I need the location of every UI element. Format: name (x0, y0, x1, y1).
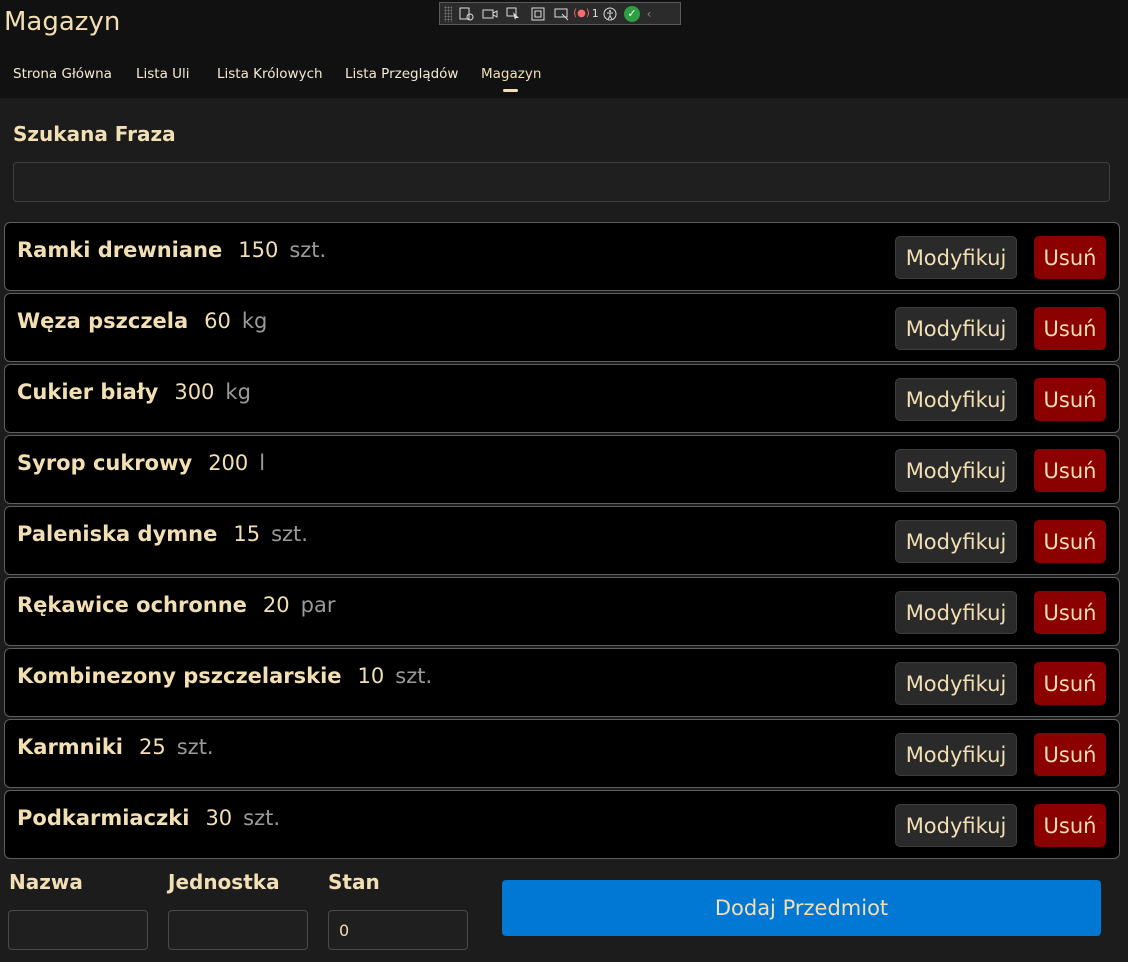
item-name: Rękawice ochronne (17, 593, 247, 617)
modify-button[interactable]: Modyfikuj (895, 733, 1017, 776)
name-input[interactable] (8, 910, 148, 950)
delete-button[interactable]: Usuń (1034, 591, 1106, 634)
item-unit: kg (225, 380, 251, 404)
error-count: 1 (591, 7, 599, 20)
unit-label: Jednostka (168, 870, 280, 894)
nav-item-warehouse[interactable]: Magazyn (481, 66, 541, 82)
item-name: Węza pszczela (17, 309, 189, 333)
unit-input[interactable] (168, 910, 308, 950)
modify-button[interactable]: Modyfikuj (895, 378, 1017, 421)
item-quantity: 60 (204, 309, 231, 333)
item-quantity: 20 (262, 593, 290, 617)
nav-item-queens[interactable]: Lista Królowych (217, 66, 323, 82)
list-item: Syrop cukrowy 200 l Modyfikuj Usuń (4, 435, 1120, 504)
name-label: Nazwa (9, 870, 83, 894)
delete-button[interactable]: Usuń (1034, 378, 1106, 421)
chevron-left-icon[interactable]: ‹ (644, 6, 654, 22)
item-name: Kombinezony pszczelarskie (17, 664, 342, 688)
accessibility-icon[interactable] (600, 6, 620, 22)
nav-item-home[interactable]: Strona Główna (13, 66, 112, 82)
item-quantity: 10 (357, 664, 385, 688)
item-unit: szt. (271, 522, 308, 546)
modify-button[interactable]: Modyfikuj (895, 307, 1017, 350)
app-title: Magazyn (4, 7, 121, 37)
list-item: Cukier biały 300 kg Modyfikuj Usuń (4, 364, 1120, 433)
list-item: Ramki drewniane 150 szt. Modyfikuj Usuń (4, 222, 1120, 291)
frame-icon[interactable] (528, 6, 548, 22)
item-name: Cukier biały (17, 380, 159, 404)
list-item: Kombinezony pszczelarskie 10 szt. Modyfiku… (4, 648, 1120, 717)
delete-button[interactable]: Usuń (1034, 307, 1106, 350)
item-unit: szt. (176, 735, 214, 759)
item-unit: kg (241, 309, 268, 333)
search-input[interactable] (13, 162, 1110, 202)
item-quantity: 150 (238, 238, 279, 262)
add-item-button[interactable]: Dodaj Przedmiot (502, 880, 1101, 936)
list-item: Karmniki 25 szt. Modyfikuj Usuń (4, 719, 1120, 788)
delete-button[interactable]: Usuń (1034, 804, 1106, 847)
item-unit: par (300, 593, 336, 617)
stock-label: Stan (328, 870, 380, 894)
live-tree-icon[interactable] (456, 6, 476, 22)
item-name: Podkarmiaczki (17, 806, 190, 830)
display-layout-icon[interactable] (552, 6, 572, 22)
item-unit: l (259, 451, 266, 475)
modify-button[interactable]: Modyfikuj (895, 449, 1017, 492)
delete-button[interactable]: Usuń (1034, 236, 1106, 279)
list-item: Paleniska dymne 15 szt. Modyfikuj Usuń (4, 506, 1120, 575)
delete-button[interactable]: Usuń (1034, 662, 1106, 705)
item-quantity: 300 (174, 380, 215, 404)
item-quantity: 200 (208, 451, 249, 475)
item-unit: szt. (243, 806, 281, 830)
active-tab-indicator (503, 89, 518, 92)
nav-item-inspections[interactable]: Lista Przeglądów (345, 66, 458, 82)
list-item: Węza pszczela 60 kg Modyfikuj Usuń (4, 293, 1120, 362)
list-item: Rękawice ochronne 20 par Modyfikuj Usuń (4, 577, 1120, 646)
delete-button[interactable]: Usuń (1034, 520, 1106, 563)
modify-button[interactable]: Modyfikuj (895, 236, 1017, 279)
devtools-toolbar: (●) 1 ✓ ‹ (439, 2, 681, 25)
search-label: Szukana Fraza (13, 122, 176, 146)
delete-button[interactable]: Usuń (1034, 733, 1106, 776)
modify-button[interactable]: Modyfikuj (895, 804, 1017, 847)
inventory-list: Ramki drewniane 150 szt. Modyfikuj Usuń Wę… (4, 222, 1120, 861)
item-quantity: 30 (205, 806, 233, 830)
item-name: Syrop cukrowy (17, 451, 193, 475)
item-name: Karmniki (17, 735, 123, 759)
item-quantity: 25 (139, 735, 166, 759)
video-icon[interactable] (480, 6, 500, 22)
item-name: Ramki drewniane (17, 238, 223, 262)
item-unit: szt. (395, 664, 433, 688)
stock-input[interactable] (328, 910, 468, 950)
check-icon[interactable]: ✓ (624, 5, 640, 22)
delete-button[interactable]: Usuń (1034, 449, 1106, 492)
item-quantity: 15 (233, 522, 261, 546)
grip-icon[interactable] (444, 5, 452, 22)
modify-button[interactable]: Modyfikuj (895, 520, 1017, 563)
binding-errors-icon[interactable]: (●) 1 (573, 6, 599, 22)
modify-button[interactable]: Modyfikuj (895, 662, 1017, 705)
item-unit: szt. (289, 238, 327, 262)
select-element-icon[interactable] (504, 6, 524, 22)
modify-button[interactable]: Modyfikuj (895, 591, 1017, 634)
item-name: Paleniska dymne (17, 522, 218, 546)
list-item: Podkarmiaczki 30 szt. Modyfikuj Usuń (4, 790, 1120, 859)
nav-item-hives[interactable]: Lista Uli (136, 66, 190, 82)
